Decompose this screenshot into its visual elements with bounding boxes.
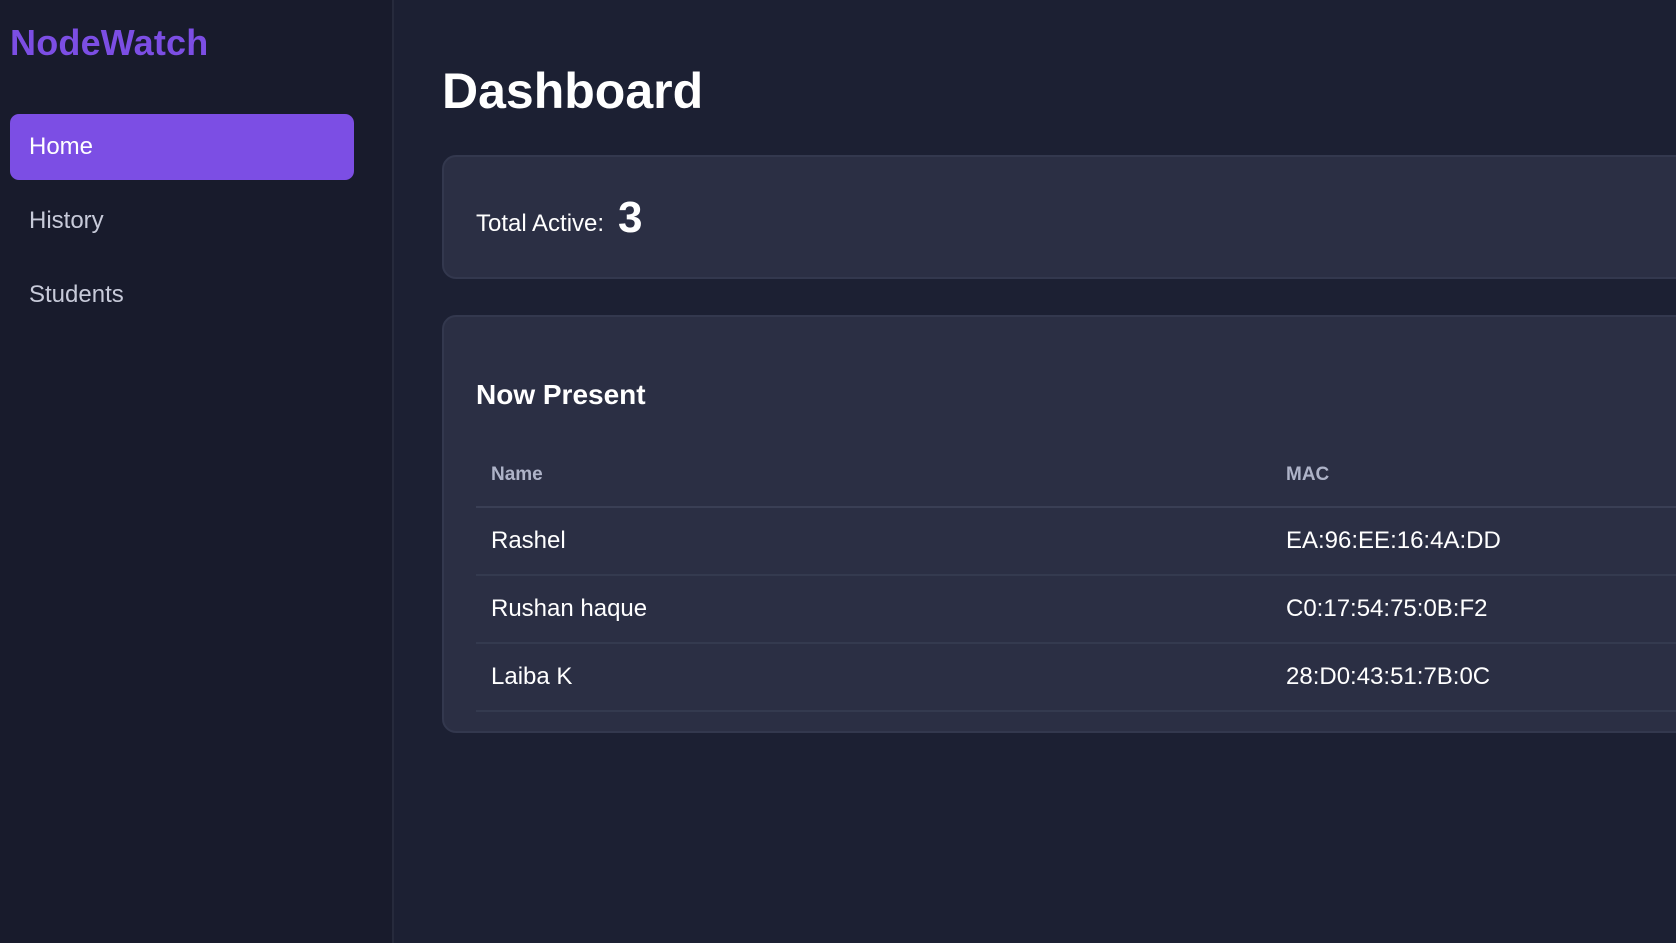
total-active-count: 3	[618, 193, 643, 242]
cell-name: Laiba K	[476, 643, 1271, 712]
cell-name: Rashel	[476, 507, 1271, 576]
present-table: Name MAC Rashel EA:96:EE:16:4A:DD Rushan…	[476, 444, 1676, 712]
page-title: Dashboard	[442, 63, 704, 119]
sidebar-item-students[interactable]: Students	[10, 262, 354, 328]
sidebar-item-history[interactable]: History	[10, 188, 354, 254]
sidebar: NodeWatch Home History Students	[0, 0, 394, 943]
table-header-row: Name MAC	[476, 444, 1676, 508]
cell-mac: C0:17:54:75:0B:F2	[1271, 575, 1676, 644]
cell-name: Rushan haque	[476, 575, 1271, 644]
column-header-name: Name	[476, 444, 1271, 508]
now-present-card: Now Present Name MAC Rashel EA:96:EE:16:…	[442, 315, 1676, 733]
brand-logo[interactable]: NodeWatch	[10, 22, 392, 64]
cell-mac: EA:96:EE:16:4A:DD	[1271, 507, 1676, 576]
table-row: Rashel EA:96:EE:16:4A:DD	[476, 507, 1676, 576]
column-header-mac: MAC	[1271, 444, 1676, 508]
table-row: Rushan haque C0:17:54:75:0B:F2	[476, 575, 1676, 644]
section-title: Now Present	[476, 379, 646, 410]
sidebar-item-home[interactable]: Home	[10, 114, 354, 180]
stats-card: Total Active: 3	[442, 155, 1676, 279]
total-active-label: Total Active:	[476, 210, 605, 237]
main-content: Dashboard Total Active: 3 Now Present Na…	[394, 0, 1676, 943]
table-row: Laiba K 28:D0:43:51:7B:0C	[476, 643, 1676, 712]
sidebar-nav: Home History Students	[0, 114, 392, 328]
cell-mac: 28:D0:43:51:7B:0C	[1271, 643, 1676, 712]
app-root: NodeWatch Home History Students Dashboar…	[0, 0, 1676, 943]
